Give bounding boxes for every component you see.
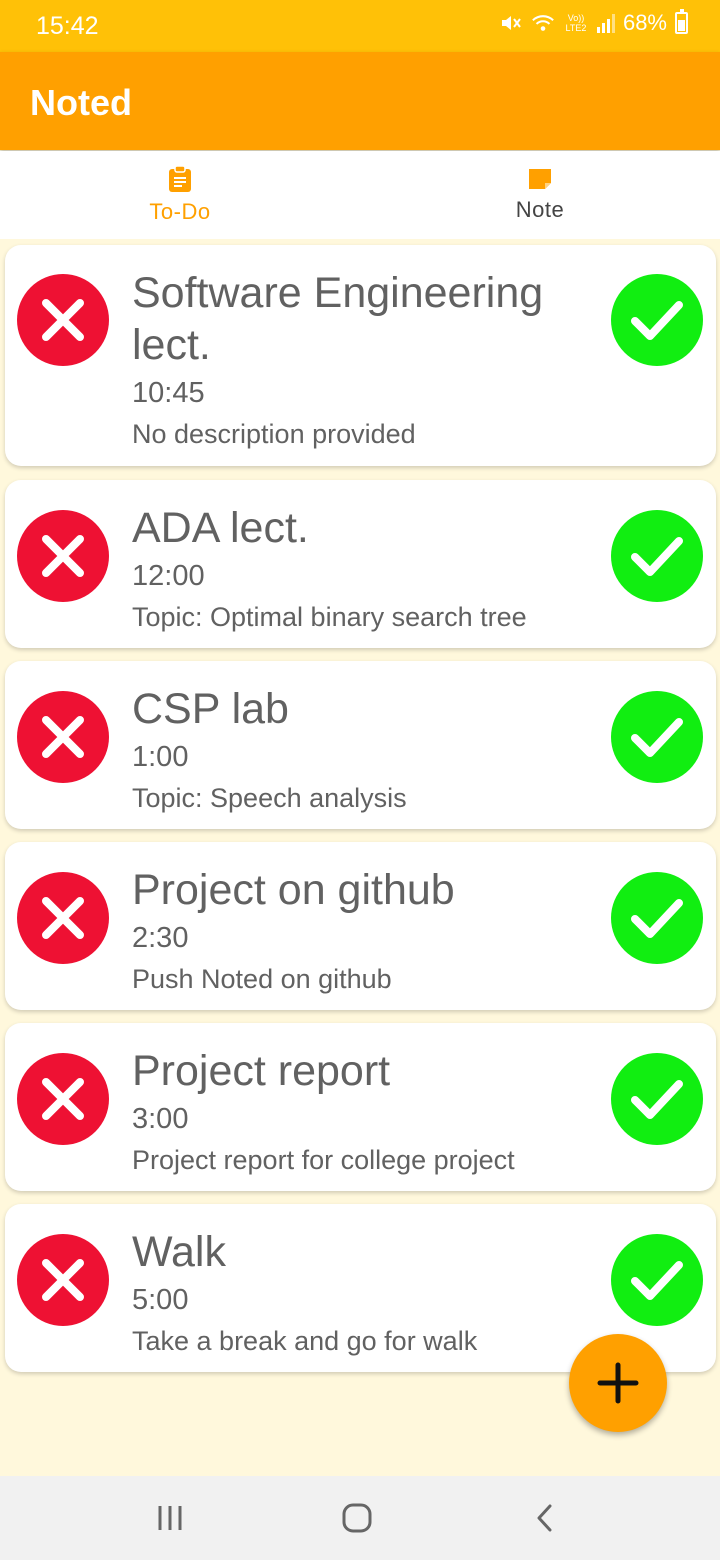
todo-text: Walk 5:00 Take a break and go for walk (132, 1226, 576, 1358)
app-title: Noted (30, 82, 132, 123)
todo-time: 2:30 (132, 922, 189, 954)
back-icon (537, 1504, 552, 1532)
check-icon (631, 1261, 683, 1300)
todo-card[interactable]: CSP lab 1:00 Topic: Speech analysis (5, 661, 716, 829)
todo-card[interactable]: Project report 3:00 Project report for c… (5, 1023, 716, 1191)
close-icon (42, 535, 84, 577)
todo-description: Project report for college project (132, 1145, 515, 1175)
todo-description: Take a break and go for walk (132, 1326, 478, 1356)
delete-button[interactable] (17, 1234, 109, 1326)
home-icon (342, 1503, 372, 1533)
todo-title: Walk (132, 1228, 226, 1276)
wifi-icon (532, 15, 554, 31)
complete-button[interactable] (611, 274, 703, 366)
close-icon (42, 1078, 84, 1120)
complete-button[interactable] (611, 872, 703, 964)
battery-percent: 68% (622, 10, 667, 35)
status-icons: Vo)) LTE2 68% (499, 9, 688, 36)
close-icon (42, 897, 84, 939)
todo-text: Project on github 2:30 Push Noted on git… (132, 864, 576, 996)
back-button[interactable] (525, 1498, 565, 1538)
close-icon (42, 299, 84, 341)
check-icon (631, 1080, 683, 1119)
todo-card[interactable]: Software Engineering lect. 10:45 No desc… (5, 245, 716, 466)
check-icon (631, 537, 683, 576)
tab-note[interactable]: Note (360, 151, 720, 239)
todo-time: 12:00 (132, 560, 205, 592)
todo-text: Software Engineering lect. 10:45 No desc… (132, 267, 576, 451)
tab-todo[interactable]: To-Do (0, 151, 360, 239)
todo-text: ADA lect. 12:00 Topic: Optimal binary se… (132, 502, 576, 634)
home-button[interactable] (337, 1498, 377, 1538)
close-icon (42, 1259, 84, 1301)
complete-button[interactable] (611, 1234, 703, 1326)
todo-text: Project report 3:00 Project report for c… (132, 1045, 576, 1177)
check-icon (631, 899, 683, 938)
todo-title: Software Engineering lect. (132, 269, 544, 369)
complete-button[interactable] (611, 510, 703, 602)
network-label: Vo)) LTE2 (565, 13, 587, 33)
battery-icon (675, 9, 688, 34)
clipboard-icon (169, 165, 191, 192)
system-nav-bar (0, 1476, 720, 1560)
complete-button[interactable] (611, 691, 703, 783)
delete-button[interactable] (17, 510, 109, 602)
tab-todo-label: To-Do (149, 199, 211, 224)
delete-button[interactable] (17, 872, 109, 964)
check-icon (631, 718, 683, 757)
todo-description: No description provided (132, 419, 416, 449)
todo-description: Topic: Speech analysis (132, 783, 407, 813)
delete-button[interactable] (17, 274, 109, 366)
todo-text: CSP lab 1:00 Topic: Speech analysis (132, 683, 576, 815)
todo-description: Push Noted on github (132, 964, 392, 994)
todo-card[interactable]: ADA lect. 12:00 Topic: Optimal binary se… (5, 480, 716, 648)
todo-time: 10:45 (132, 377, 205, 409)
signal-icon (596, 13, 615, 33)
check-icon (631, 301, 683, 340)
app-bar: Noted (0, 52, 720, 150)
todo-title: Project on github (132, 866, 455, 914)
plus-icon (597, 1362, 639, 1404)
todo-time: 3:00 (132, 1103, 189, 1135)
tab-bar: To-Do Note (0, 151, 720, 239)
status-bar: 15:42 Vo)) LTE2 68% (0, 0, 720, 52)
mute-icon (501, 16, 521, 30)
todo-title: ADA lect. (132, 504, 309, 552)
todo-card[interactable]: Project on github 2:30 Push Noted on git… (5, 842, 716, 1010)
tab-note-label: Note (515, 197, 565, 222)
note-icon (529, 169, 551, 189)
delete-button[interactable] (17, 691, 109, 783)
delete-button[interactable] (17, 1053, 109, 1145)
todo-description: Topic: Optimal binary search tree (132, 602, 527, 632)
todo-title: Project report (132, 1047, 391, 1095)
add-todo-button[interactable] (569, 1334, 667, 1432)
recent-apps-icon (158, 1506, 182, 1530)
todo-time: 1:00 (132, 741, 189, 773)
recent-apps-button[interactable] (150, 1498, 190, 1538)
todo-time: 5:00 (132, 1284, 189, 1316)
complete-button[interactable] (611, 1053, 703, 1145)
todo-title: CSP lab (132, 685, 289, 733)
close-icon (42, 716, 84, 758)
status-time: 15:42 (36, 12, 99, 40)
